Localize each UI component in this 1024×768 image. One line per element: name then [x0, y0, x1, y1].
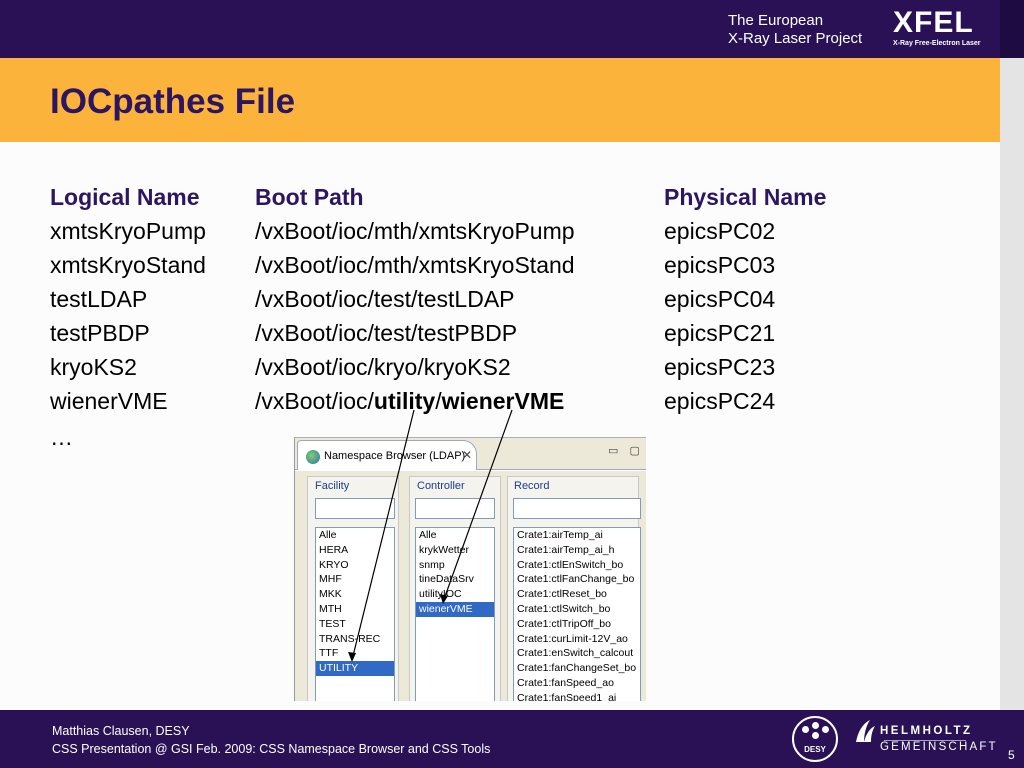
- arrow-head-wienervme: [440, 594, 448, 604]
- desy-logo: DESY: [792, 716, 838, 762]
- helmholtz-icon: [856, 720, 875, 742]
- desy-dot: [822, 726, 829, 733]
- helmholtz-gemeinschaft: GEMEINSCHAFT: [880, 741, 998, 753]
- pointer-arrows: [348, 409, 513, 662]
- arrow-head-utility: [348, 652, 356, 662]
- footer-author: Matthias Clausen, DESY: [52, 724, 190, 738]
- helmholtz-name: HELMHOLTZ: [880, 725, 973, 737]
- arrow-utility: [351, 409, 415, 661]
- footer-event: CSS Presentation @ GSI Feb. 2009: CSS Na…: [52, 742, 491, 756]
- desy-logo-text: DESY: [804, 745, 826, 754]
- page-number: 5: [1008, 748, 1015, 762]
- arrow-wienervme: [442, 409, 513, 603]
- desy-dot: [812, 732, 819, 739]
- desy-dot: [812, 722, 819, 729]
- desy-dot: [802, 726, 809, 733]
